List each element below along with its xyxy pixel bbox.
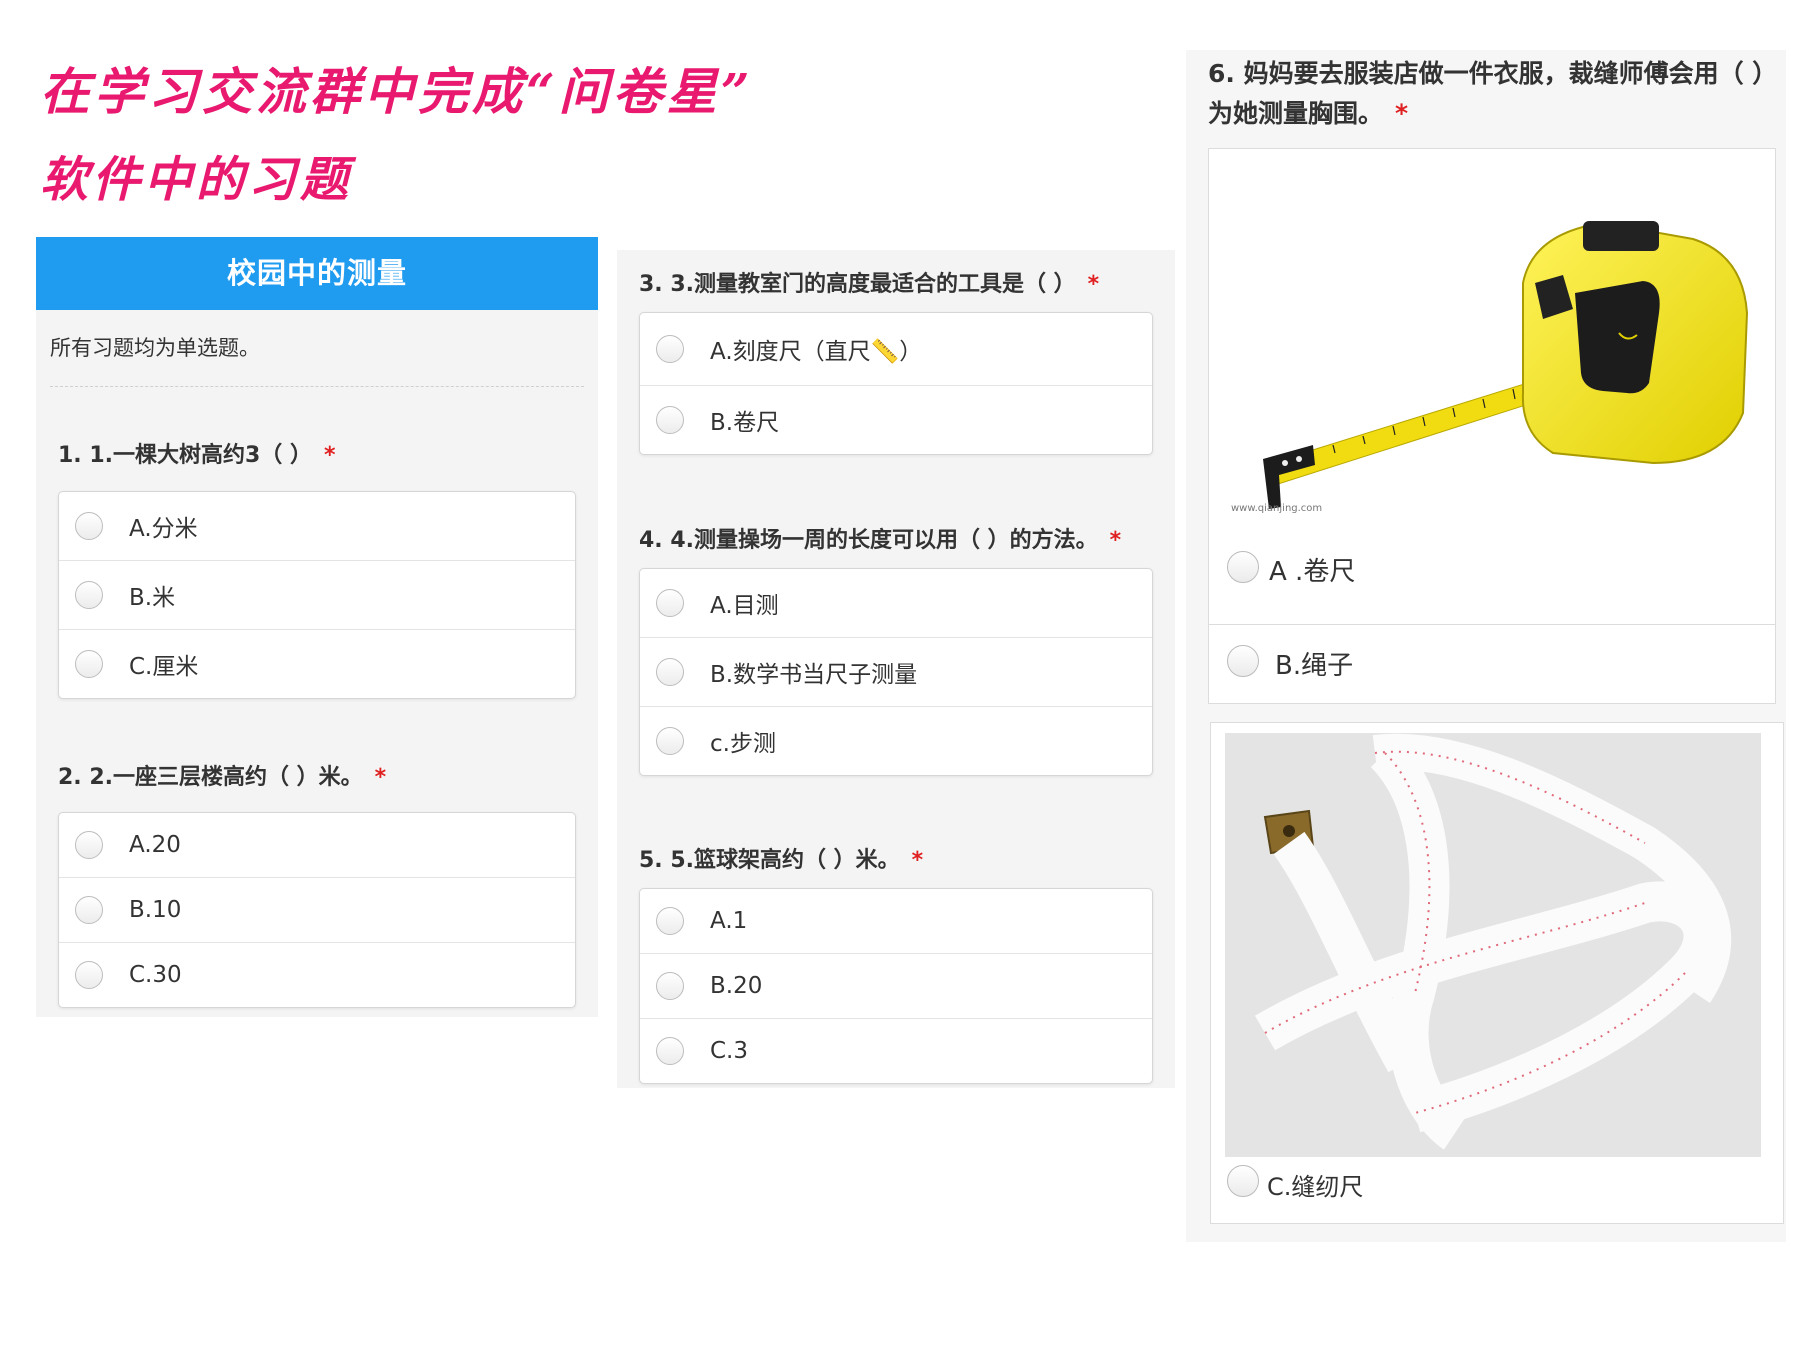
option-4c[interactable]: c.步测: [640, 707, 1152, 775]
question-5-options: A.1 B.20 C.3: [639, 888, 1153, 1084]
option-1c[interactable]: C.厘米: [59, 630, 575, 698]
survey-title: 校园中的测量: [36, 237, 598, 310]
radio-button[interactable]: [1227, 1165, 1259, 1197]
radio-button[interactable]: [75, 512, 103, 540]
radio-button[interactable]: [75, 896, 103, 924]
survey-panel-1: 校园中的测量 所有习题均为单选题。 1. 1.一棵大树高约3（ ） * A.分米 …: [36, 237, 598, 1017]
option-3a[interactable]: A.刻度尺（直尺📏）: [640, 313, 1152, 386]
radio-button[interactable]: [656, 658, 684, 686]
option-5c[interactable]: C.3: [640, 1019, 1152, 1083]
radio-button[interactable]: [75, 831, 103, 859]
survey-panel-3: 6. 妈妈要去服装店做一件衣服，裁缝师傅会用（ ）为她测量胸围。 * www.q…: [1186, 50, 1786, 1242]
sewing-tape-image: [1225, 733, 1761, 1157]
required-mark: *: [1109, 528, 1122, 553]
banner-line-2: 软件中的习题: [40, 152, 353, 208]
question-3-options: A.刻度尺（直尺📏） B.卷尺: [639, 312, 1153, 455]
radio-button[interactable]: [656, 972, 684, 1000]
option-4a[interactable]: A.目测: [640, 569, 1152, 638]
question-4-options: A.目测 B.数学书当尺子测量 c.步测: [639, 568, 1153, 776]
question-5-title: 5. 5.篮球架高约（ ）米。 *: [639, 848, 924, 873]
question-6-title: 6. 妈妈要去服装店做一件衣服，裁缝师傅会用（ ）为她测量胸围。 *: [1208, 59, 1778, 128]
option-2b[interactable]: B.10: [59, 878, 575, 943]
radio-button[interactable]: [656, 335, 684, 363]
radio-button[interactable]: [656, 406, 684, 434]
question-3-title: 3. 3.测量教室门的高度最适合的工具是（ ） *: [639, 272, 1100, 297]
option-5a[interactable]: A.1: [640, 889, 1152, 954]
banner-line-1: 在学习交流群中完成“问卷星”: [40, 62, 754, 121]
question-2-options: A.20 B.10 C.30: [58, 812, 576, 1008]
radio-button[interactable]: [1227, 645, 1259, 677]
radio-button[interactable]: [656, 589, 684, 617]
option-1b[interactable]: B.米: [59, 561, 575, 630]
required-mark: *: [323, 443, 336, 468]
radio-button[interactable]: [75, 581, 103, 609]
required-mark: *: [1087, 272, 1100, 297]
survey-description: 所有习题均为单选题。: [50, 332, 584, 387]
option-5b[interactable]: B.20: [640, 954, 1152, 1019]
survey-panel-2: 3. 3.测量教室门的高度最适合的工具是（ ） * A.刻度尺（直尺📏） B.卷尺…: [617, 250, 1175, 1088]
option-2c[interactable]: C.30: [59, 943, 575, 1007]
option-4b[interactable]: B.数学书当尺子测量: [640, 638, 1152, 707]
question-2-title: 2. 2.一座三层楼高约（ ）米。 *: [58, 765, 387, 790]
tape-measure-image: www.qianjing.com: [1223, 163, 1759, 543]
radio-button[interactable]: [656, 907, 684, 935]
question-4-title: 4. 4.测量操场一周的长度可以用（ ）的方法。 *: [639, 528, 1122, 553]
option-3b[interactable]: B.卷尺: [640, 386, 1152, 454]
radio-button[interactable]: [656, 727, 684, 755]
image-watermark: www.qianjing.com: [1231, 503, 1322, 514]
required-mark: *: [374, 765, 387, 790]
option-6b-card[interactable]: B.绳子: [1208, 624, 1776, 704]
option-6c-card[interactable]: C.缝纫尺: [1210, 722, 1784, 1224]
radio-button[interactable]: [656, 1037, 684, 1065]
option-1a[interactable]: A.分米: [59, 492, 575, 561]
radio-button[interactable]: [75, 961, 103, 989]
required-mark: *: [911, 848, 924, 873]
required-mark: *: [1395, 99, 1409, 128]
option-2a[interactable]: A.20: [59, 813, 575, 878]
question-1-options: A.分米 B.米 C.厘米: [58, 491, 576, 699]
radio-button[interactable]: [75, 650, 103, 678]
option-6a-card[interactable]: www.qianjing.com A .卷尺: [1208, 148, 1776, 626]
radio-button[interactable]: [1227, 551, 1259, 583]
question-1-title: 1. 1.一棵大树高约3（ ） *: [58, 443, 336, 468]
